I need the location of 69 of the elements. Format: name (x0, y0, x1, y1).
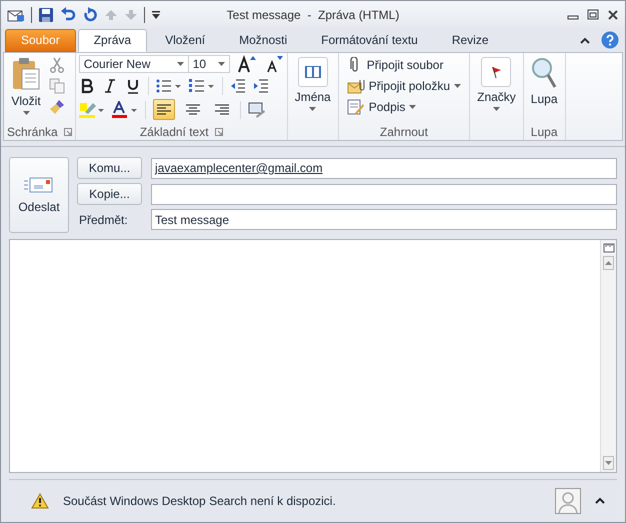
bullet-list-icon[interactable] (156, 78, 182, 94)
brush-icon[interactable] (49, 99, 65, 115)
send-button[interactable]: Odeslat (9, 157, 69, 233)
group-label: Lupa (530, 125, 558, 139)
scissors-icon[interactable] (49, 57, 65, 73)
redo-icon[interactable] (82, 6, 98, 22)
to-button[interactable]: Komu... (77, 157, 142, 179)
align-center-icon (186, 104, 200, 116)
scroll-down-icon[interactable] (603, 456, 614, 470)
group-label: Schránka (7, 125, 58, 139)
dropdown-icon (218, 62, 225, 66)
window-title: Test message - Zpráva (HTML) (226, 8, 400, 22)
scroll-up-icon[interactable] (603, 256, 614, 270)
include-button[interactable]: Připojit položku (344, 77, 464, 95)
person-icon[interactable] (555, 488, 581, 514)
expand-icon[interactable] (595, 497, 605, 505)
signature-icon (346, 99, 365, 115)
styles-icon[interactable] (248, 102, 266, 118)
dropdown-icon (492, 107, 500, 111)
group-label: Základní text (140, 125, 209, 139)
cc-button[interactable]: Kopie... (77, 183, 142, 205)
subject-field[interactable]: Test message (151, 209, 617, 230)
restore-icon[interactable] (587, 8, 599, 20)
paste-button[interactable]: Vložit (7, 55, 45, 122)
ribbon-tab[interactable]: Revize (436, 29, 505, 52)
names-button[interactable]: Jména (290, 55, 335, 122)
dialog-launcher-icon[interactable] (214, 128, 223, 136)
undo-icon[interactable] (60, 6, 76, 22)
cc-field[interactable] (151, 184, 617, 204)
save-icon[interactable] (38, 6, 54, 22)
ruler-icon[interactable] (602, 242, 614, 254)
increase-indent-icon[interactable] (252, 78, 269, 94)
to-field[interactable]: javaexamplecenter@gmail.com (151, 158, 617, 178)
align-left-button[interactable] (152, 99, 175, 120)
numbered-list-icon[interactable] (188, 78, 215, 94)
envelope-clip-icon (346, 78, 365, 94)
close-icon[interactable] (607, 8, 619, 20)
flag-icon (490, 65, 502, 79)
scrollbar[interactable] (600, 240, 616, 472)
magnifier-icon (531, 57, 558, 89)
include-button[interactable]: Připojit soubor (344, 56, 464, 74)
status-message: Součást Windows Desktop Search není k dispozici. (63, 494, 336, 508)
help-icon[interactable] (601, 31, 619, 49)
address-book-icon (304, 64, 322, 80)
ribbon-tab[interactable]: Formátování textu (305, 29, 434, 52)
ribbon-tab[interactable]: Vložení (149, 29, 222, 52)
tags-button[interactable]: Značky (473, 55, 520, 122)
customize-icon[interactable] (151, 10, 161, 20)
collapse-ribbon-icon[interactable] (579, 35, 591, 45)
dropdown-icon (22, 111, 30, 115)
align-right-icon (214, 104, 229, 116)
font-dropdown[interactable]: Courier New (78, 55, 189, 73)
align-left-icon (156, 104, 171, 116)
warning-icon (31, 493, 49, 509)
dropdown-icon (176, 62, 184, 66)
ribbon-tab[interactable]: Možnosti (223, 29, 304, 52)
grow-font-icon[interactable] (236, 55, 257, 73)
zoom-button[interactable]: Lupa (526, 55, 562, 122)
group-label: Zahrnout (380, 125, 428, 139)
clipboard-icon (11, 57, 41, 91)
dropdown-icon (309, 107, 316, 111)
font-color-icon[interactable] (112, 100, 138, 118)
dialog-launcher-icon[interactable] (64, 128, 72, 136)
envelope-icon (24, 176, 54, 194)
subject-label: Předmět: (78, 212, 129, 226)
font-size-dropdown[interactable]: 10 (188, 55, 230, 73)
ribbon-tab[interactable]: Zpráva (78, 29, 148, 52)
include-button[interactable]: Podpis (344, 98, 464, 116)
decrease-indent-icon[interactable] (230, 78, 246, 94)
